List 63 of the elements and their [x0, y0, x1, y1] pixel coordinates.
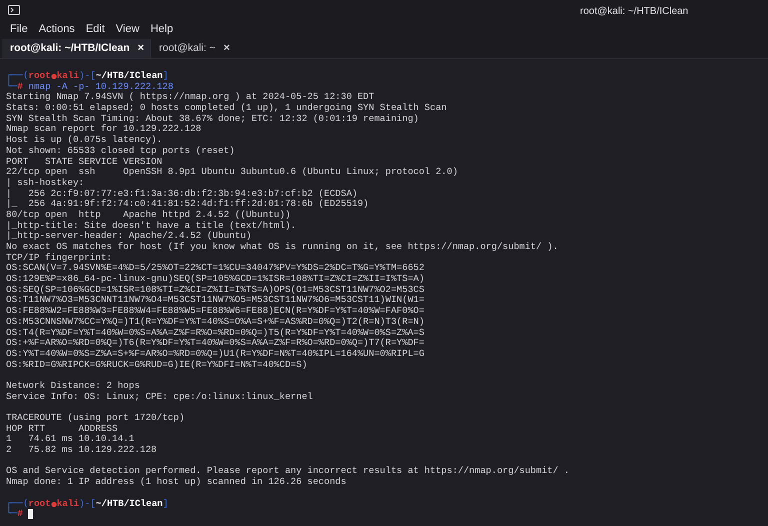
close-button[interactable]: × [138, 40, 144, 57]
output-line: |_ 256 4a:91:9f:f2:74:c0:41:81:52:4d:f1:ff:2d:01:78:6b (ED25519) [6, 199, 369, 210]
prompt-bracket: └─ [6, 509, 18, 520]
output-line: OS and Service detection performed. Please report any incorrect results at https://nmap.org/submit/ . [6, 466, 570, 477]
prompt-bracket: ┌──( [6, 498, 28, 508]
output-line: Stats: 0:00:51 elapsed; 0 hosts completed (1 up), 1 undergoing SYN Stealth Scan [6, 103, 447, 114]
output-line: 22/tcp open ssh OpenSSH 8.9p1 Ubuntu 3ubuntu0.6 (Ubuntu Linux; protocol 2.0) [6, 167, 458, 178]
prompt-path: ~/HTB/IClean [96, 498, 163, 510]
prompt-sign: # [17, 82, 23, 92]
prompt-bracket: ] [162, 498, 168, 510]
menu-item[interactable]: Help [150, 21, 174, 38]
menu-item[interactable]: Edit [86, 21, 105, 38]
window-title: root@kali: ~/HTB/IClean [580, 5, 688, 19]
output-line: |_http-server-header: Apache/2.4.52 (Ubuntu) [6, 231, 252, 242]
prompt-host: kali [56, 71, 80, 82]
output-line: Service Info: OS: Linux; CPE: cpe:/o:linux:linux_kernel [6, 392, 313, 402]
output-line: Network Distance: 2 hops [6, 380, 140, 392]
menu-item[interactable]: View [116, 21, 140, 38]
output-line: OS:T4(R=Y%DF=Y%T=40%W=0%S=A%A=Z%F=R%O=%RD=0%Q=)T5(R=Y%DF=Y%T=40%W=0%S=Z%A=S [6, 328, 424, 338]
output-line: TRACEROUTE (using port 1720/tcp) [6, 413, 185, 424]
command-text: nmap -A -p- 10.129.222.128 [28, 82, 174, 92]
prompt-user: root [28, 71, 51, 82]
output-line: OS:M53CNNSNW7%CC=Y%Q=)T1(R=Y%DF=Y%T=40%S=O%A=S+%F=AS%RD=0%Q=)T2(R=N)T3(R=N) [6, 316, 424, 328]
output-line: TCP/IP fingerprint: [6, 252, 112, 263]
output-line: No exact OS matches for host (If you know what OS is running on it, see https://nmap.org/submit/ ). [6, 242, 558, 253]
output-line: Host is up (0.075s latency). [6, 135, 162, 146]
output-line: |_http-title: Site doesn't have a title (text/html). [6, 220, 296, 231]
output-line: Starting Nmap 7.94SVN ( https://nmap.org ) at 2024-05-25 12:30 EDT [6, 92, 374, 103]
prompt-sign: # [17, 509, 23, 520]
output-line: OS:+%F=AR%O=%RD=0%Q=)T6(R=Y%DF=Y%T=40%W=0%S=A%A=Z%F=R%O=%RD=0%Q=)T7(R=Y%DF= [6, 338, 424, 349]
output-line: Not shown: 65533 closed tcp ports (reset) [6, 146, 235, 156]
tab[interactable]: root@kali: ~/HTB/IClean × [2, 39, 150, 58]
text-cursor [28, 509, 34, 520]
prompt-bracket: ┌──( [6, 71, 28, 81]
output-line: SYN Stealth Scan Timing: About 38.67% done; ETC: 12:32 (0:01:19 remaining) [6, 114, 419, 124]
output-line: 1 74.61 ms 10.10.14.1 [6, 434, 134, 446]
prompt-bracket: ] [162, 71, 168, 82]
prompt-host: kali [56, 498, 80, 510]
output-line: 80/tcp open http Apache httpd 2.4.52 ((Ubuntu)) [6, 210, 291, 221]
output-line: Nmap scan report for 10.129.222.128 [6, 124, 202, 135]
output-line: OS:FE88%W2=FE88%W3=FE88%W4=FE88%W5=FE88%W6=FE88)ECN(R=Y%DF=Y%T=40%W=FAF0%O= [6, 306, 424, 317]
output-line: OS:%RID=G%RIPCK=G%RUCK=G%RUD=G)IE(R=Y%DFI=N%T=40%CD=S) [6, 360, 308, 370]
output-line: OS:SCAN(V=7.94SVN%E=4%D=5/25%OT=22%CT=1%CU=34047%PV=Y%DS=2%DC=T%G=Y%TM=6652 [6, 263, 424, 274]
terminal-icon [8, 5, 20, 15]
prompt-bracket: )-[ [79, 71, 96, 82]
output-line: OS:SEQ(SP=106%GCD=1%ISR=108%TI=Z%CI=Z%II=I%TS=A)OPS(O1=M53CST11NW7%O2=M53CS [6, 284, 424, 295]
output-line: OS:T11NW7%O3=M53CNNT11NW7%O4=M53CST11NW7%O5=M53CST11NW7%O6=M53CST11)WIN(W1= [6, 295, 424, 306]
output-line: | ssh-hostkey: [6, 178, 84, 189]
prompt-bracket: └─ [6, 82, 18, 92]
prompt-path: ~/HTB/IClean [96, 71, 163, 82]
output-line: Nmap done: 1 IP address (1 host up) scanned in 126.26 seconds [6, 477, 346, 488]
output-line: OS:129E%P=x86_64-pc-linux-gnu)SEQ(SP=105%GCD=1%ISR=108%TI=Z%CI=Z%II=I%TS=A) [6, 274, 424, 285]
tab[interactable]: root@kali: ~ × [150, 39, 242, 58]
output-line: OS:Y%T=40%W=0%S=Z%A=S+%F=AR%O=%RD=0%Q=)U1(R=Y%DF=N%T=40%IPL=164%UN=0%RIPL=G [6, 348, 424, 360]
output-line: PORT STATE SERVICE VERSION [6, 156, 162, 167]
prompt-user: root [28, 498, 51, 510]
menu-item[interactable]: File [10, 21, 28, 38]
menu-item[interactable]: Actions [38, 21, 75, 38]
close-button[interactable]: × [223, 40, 230, 57]
output-line: | 256 2c:f9:07:77:e3:f1:3a:36:db:f2:3b:94:e3:b7:cf:b2 (ECDSA) [6, 188, 358, 199]
output-line: HOP RTT ADDRESS [6, 424, 118, 434]
output-line: 2 75.82 ms 10.129.222.128 [6, 445, 157, 456]
prompt-bracket: )-[ [79, 498, 96, 510]
